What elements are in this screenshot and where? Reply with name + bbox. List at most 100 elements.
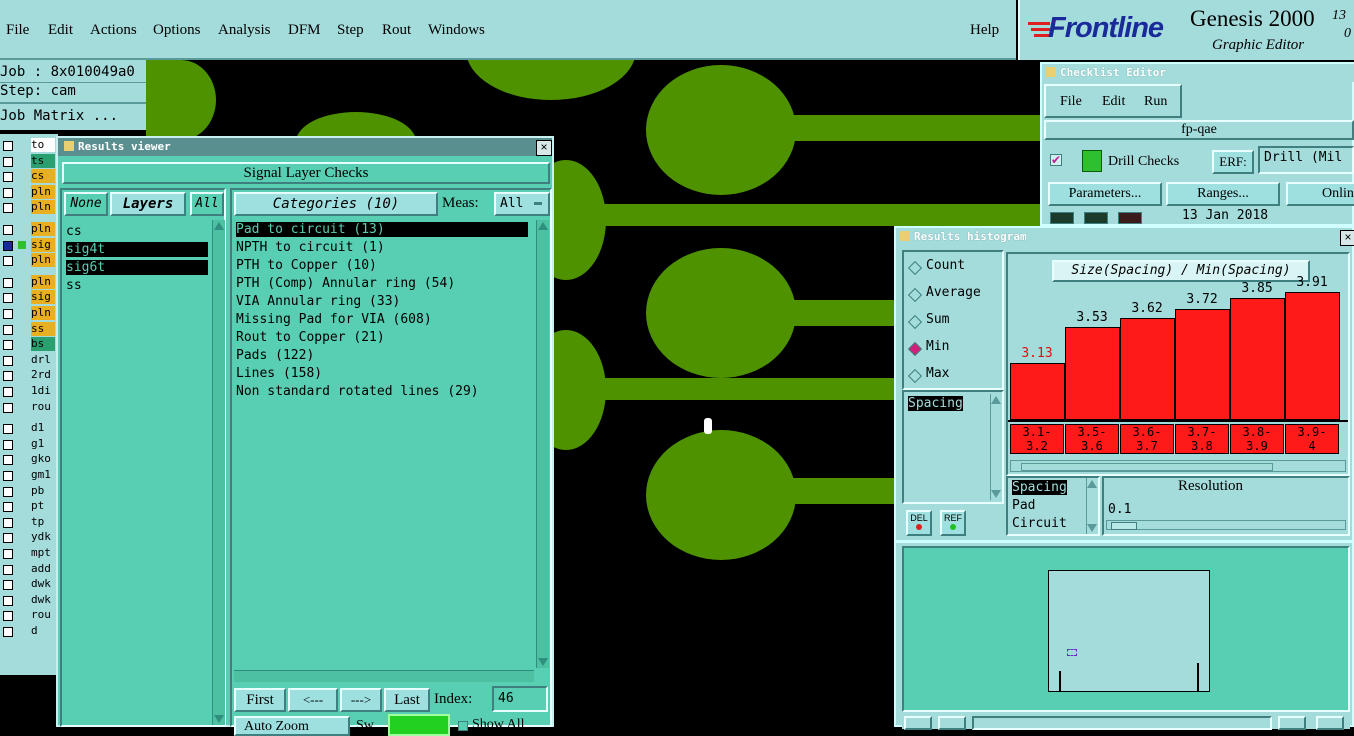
- layer-row[interactable]: dwk: [0, 577, 58, 593]
- layer-row[interactable]: gko: [0, 452, 58, 468]
- ranges-button[interactable]: Ranges...: [1166, 182, 1280, 206]
- category-item[interactable]: VIA Annular ring (33): [236, 294, 400, 309]
- layer-name[interactable]: rou: [31, 608, 55, 623]
- drill-checks-label[interactable]: Drill Checks: [1108, 154, 1179, 170]
- layer-name[interactable]: ts: [31, 153, 55, 168]
- layer-name[interactable]: cs: [31, 169, 55, 184]
- erf-input[interactable]: Drill (Mil: [1258, 146, 1354, 174]
- layer-checkbox[interactable]: [3, 533, 13, 544]
- layer-checkbox[interactable]: [3, 439, 13, 450]
- layer-checkbox[interactable]: [3, 355, 13, 366]
- layer-checkbox[interactable]: [3, 371, 13, 382]
- last-button[interactable]: Last: [384, 688, 430, 712]
- category-item[interactable]: PTH (Comp) Annular ring (54): [236, 276, 455, 291]
- histogram-bar[interactable]: [1120, 318, 1175, 420]
- scroll-up-icon[interactable]: [214, 222, 224, 230]
- parameters-button[interactable]: Parameters...: [1048, 182, 1162, 206]
- layer-checkbox[interactable]: [3, 627, 13, 637]
- layer-name[interactable]: dwk: [31, 592, 55, 607]
- category-item[interactable]: Rout to Copper (21): [236, 330, 385, 345]
- radio-min[interactable]: [907, 341, 923, 357]
- layer-checkbox[interactable]: [3, 324, 13, 335]
- scroll-down-icon[interactable]: [214, 715, 224, 723]
- layer-name[interactable]: ydk: [31, 530, 55, 545]
- layer-name[interactable]: mpt: [31, 546, 55, 560]
- layer-row[interactable]: mpt: [0, 546, 58, 562]
- scroll-down-icon[interactable]: [538, 658, 548, 666]
- category-item[interactable]: Non standard rotated lines (29): [236, 384, 479, 399]
- layer-checkbox[interactable]: [3, 172, 13, 183]
- category-item[interactable]: Missing Pad for VIA (608): [236, 312, 432, 327]
- layer-row[interactable]: pt: [0, 499, 58, 515]
- histogram-bar[interactable]: [1285, 292, 1340, 420]
- categories-scrollbar[interactable]: [536, 220, 549, 668]
- run-icon[interactable]: [1084, 212, 1108, 224]
- layer-item-selected[interactable]: sig4t: [66, 242, 208, 257]
- layer-checkbox[interactable]: [3, 141, 13, 151]
- layer-row[interactable]: pln: [0, 274, 58, 291]
- all-layers-button[interactable]: All: [190, 192, 224, 216]
- show-all-checkbox[interactable]: [458, 721, 468, 731]
- layer-row[interactable]: pln: [0, 200, 58, 216]
- layer-checkbox[interactable]: [3, 580, 13, 591]
- layer-row[interactable]: g1: [0, 436, 58, 453]
- layer-row[interactable]: ydk: [0, 530, 58, 546]
- layer-checkbox[interactable]: [3, 225, 13, 235]
- layer-name[interactable]: d: [31, 624, 55, 638]
- run-icon[interactable]: [1050, 212, 1074, 224]
- category-item-selected[interactable]: Pad to circuit (13): [236, 222, 528, 237]
- scroll-down-icon[interactable]: [1087, 524, 1097, 532]
- categories-button[interactable]: Categories (10): [234, 192, 438, 216]
- index-input[interactable]: 46: [492, 686, 548, 712]
- slider-thumb[interactable]: [1111, 522, 1137, 530]
- layer-checkbox[interactable]: [3, 611, 13, 622]
- previous-button[interactable]: <---: [288, 688, 338, 712]
- online-button[interactable]: Online: [1286, 182, 1354, 206]
- layer-name[interactable]: pln: [31, 274, 55, 289]
- layers-scrollbar[interactable]: [212, 220, 225, 725]
- layer-row[interactable]: rou: [0, 399, 58, 416]
- resolution-slider[interactable]: [1106, 520, 1346, 530]
- layer-row[interactable]: add: [0, 561, 58, 578]
- layer-checkbox[interactable]: [3, 256, 13, 267]
- layer-name[interactable]: gm1: [31, 468, 55, 482]
- categories-hscrollbar[interactable]: [234, 670, 534, 682]
- measure-item-selected[interactable]: Spacing: [908, 396, 963, 411]
- radio-average[interactable]: [907, 287, 923, 303]
- category-item[interactable]: NPTH to circuit (1): [236, 240, 385, 255]
- checklist-menu-file[interactable]: File: [1060, 94, 1082, 110]
- menu-help[interactable]: Help: [970, 22, 999, 39]
- layer-checkbox[interactable]: [3, 277, 13, 288]
- layer-name[interactable]: 1di: [31, 384, 55, 398]
- layer-row[interactable]: to: [0, 138, 58, 154]
- layer-name[interactable]: pt: [31, 499, 55, 514]
- layer-name[interactable]: drl: [31, 352, 55, 367]
- layer-name[interactable]: 2rd: [31, 368, 55, 383]
- layer-name[interactable]: pln: [31, 184, 55, 199]
- checklist-menu-edit[interactable]: Edit: [1102, 94, 1125, 110]
- layers-button[interactable]: Layers: [110, 192, 186, 216]
- layer-row[interactable]: bs: [0, 337, 58, 353]
- layer-name[interactable]: to: [31, 138, 55, 152]
- layer-row[interactable]: pln: [0, 222, 58, 238]
- menu-file[interactable]: File: [6, 22, 29, 39]
- layer-name[interactable]: pln: [31, 200, 55, 215]
- layer-name[interactable]: d1: [31, 421, 55, 436]
- layer-row[interactable]: d: [0, 624, 58, 640]
- layer-name[interactable]: rou: [31, 399, 55, 414]
- layer-checkbox[interactable]: [3, 471, 13, 481]
- footer-icon[interactable]: [1278, 716, 1306, 730]
- category-item[interactable]: Pads (122): [236, 348, 314, 363]
- layer-name[interactable]: sig: [31, 290, 55, 305]
- layer-checkbox[interactable]: [3, 564, 13, 575]
- scroll-up-icon[interactable]: [538, 222, 548, 230]
- layer-row[interactable]: drl: [0, 352, 58, 369]
- menu-options[interactable]: Options: [153, 22, 201, 39]
- layer-row[interactable]: gm1: [0, 468, 58, 484]
- window-menu-icon[interactable]: [1046, 67, 1056, 77]
- layer-row[interactable]: cs: [0, 169, 58, 185]
- layer-row[interactable]: d1: [0, 421, 58, 437]
- layer-checkbox[interactable]: [3, 595, 13, 606]
- job-matrix-button[interactable]: Job Matrix ...: [0, 108, 118, 124]
- layer-row[interactable]: 2rd: [0, 368, 58, 384]
